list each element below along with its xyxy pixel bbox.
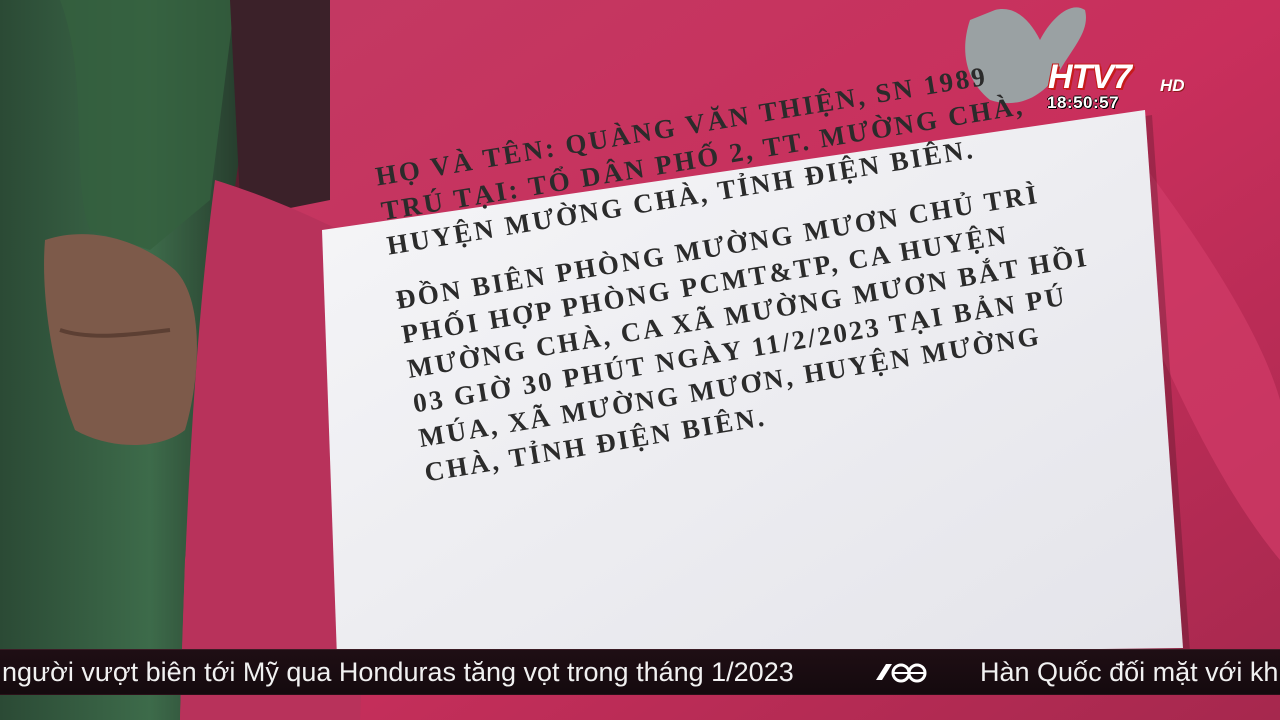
news-ticker: người vượt biên tới Mỹ qua Honduras tăng…	[0, 649, 1280, 695]
broadcast-clock: 18:50:57	[1047, 93, 1120, 112]
htv-ticker-logo-icon	[876, 663, 927, 683]
ticker-headline-1: người vượt biên tới Mỹ qua Honduras tăng…	[2, 657, 794, 687]
ticker-headline-2: Hàn Quốc đối mặt với khủng	[980, 657, 1280, 687]
hd-badge: HD	[1160, 76, 1185, 95]
channel-logo-text: HTV7	[1048, 58, 1132, 96]
